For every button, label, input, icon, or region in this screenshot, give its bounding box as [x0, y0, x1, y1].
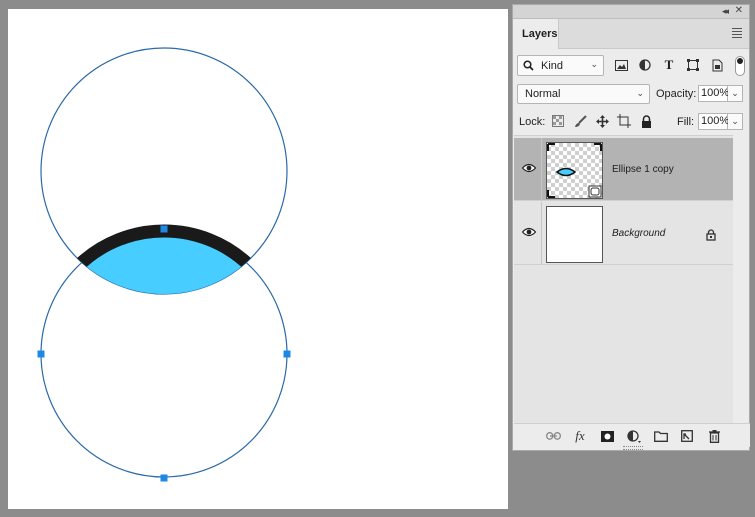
add-mask-icon[interactable]	[599, 429, 615, 443]
new-adjustment-layer-icon[interactable]	[626, 429, 642, 443]
tab-layers[interactable]: Layers	[513, 19, 559, 49]
layer-filter-row: Kind ⌄ T	[513, 53, 749, 77]
lock-transparent-pixels-icon[interactable]	[550, 113, 566, 129]
canvas-artwork[interactable]	[8, 9, 508, 509]
panel-title-bar[interactable]: ◂◂ ✕	[513, 5, 749, 19]
fill-dropdown-icon[interactable]: ⌄	[728, 113, 743, 130]
layer-thumbnail-background[interactable]	[546, 206, 603, 263]
shape-filter-icon[interactable]	[685, 57, 701, 73]
new-group-folder-icon[interactable]	[653, 429, 669, 443]
panel-tab-row: Layers	[513, 19, 749, 49]
collapse-icon[interactable]: ◂◂	[722, 6, 729, 17]
anchor-point-left[interactable]	[37, 350, 45, 358]
anchor-point-right[interactable]	[283, 350, 291, 358]
search-icon	[523, 60, 534, 71]
lock-row: Lock: Fill: 100% ⌄	[513, 111, 749, 135]
opacity-dropdown-icon[interactable]: ⌄	[728, 85, 743, 102]
layer-row-background[interactable]: Background	[514, 202, 733, 265]
lock-artboard-icon[interactable]	[616, 113, 632, 129]
layer-row-ellipse-1-copy[interactable]: Ellipse 1 copy	[514, 138, 733, 201]
opacity-label: Opacity:	[656, 88, 697, 100]
layer-divider	[541, 202, 542, 265]
visibility-eye-icon[interactable]	[522, 163, 536, 173]
lock-image-pixels-icon[interactable]	[572, 113, 588, 129]
filter-kind-select[interactable]: Kind ⌄	[517, 55, 604, 76]
new-layer-icon[interactable]	[679, 429, 695, 443]
fill-label: Fill:	[677, 116, 695, 128]
lock-label: Lock:	[519, 116, 546, 128]
lock-all-icon[interactable]	[638, 113, 654, 129]
layers-scrollbar[interactable]	[734, 135, 749, 423]
layers-list: Ellipse 1 copy Background	[514, 135, 733, 423]
layer-divider	[541, 138, 542, 201]
delete-layer-trash-icon[interactable]	[706, 429, 722, 443]
blend-mode-value: Normal	[525, 88, 561, 100]
anchor-point-top[interactable]	[160, 225, 168, 233]
layer-thumbnail-ellipse[interactable]	[546, 142, 603, 199]
close-icon[interactable]: ✕	[735, 5, 743, 16]
adjustment-filter-icon[interactable]	[637, 57, 653, 73]
panel-menu-icon[interactable]	[732, 28, 742, 38]
link-layers-icon[interactable]	[545, 429, 561, 443]
opacity-input[interactable]: 100%	[698, 85, 729, 102]
layer-lock-icon[interactable]	[706, 229, 716, 241]
blend-row: Normal ⌄ Opacity: 100% ⌄	[513, 83, 749, 107]
smart-object-filter-icon[interactable]	[709, 57, 725, 73]
layer-style-fx-icon[interactable]: fx	[572, 428, 588, 443]
fill-input[interactable]: 100%	[698, 113, 729, 130]
filter-kind-label: Kind	[541, 60, 564, 72]
layers-panel: ◂◂ ✕ Layers Kind ⌄ T Normal ⌄ Opacity: 1…	[512, 4, 750, 451]
panel-resize-grip[interactable]	[623, 446, 643, 450]
document-canvas[interactable]	[8, 9, 508, 509]
chevron-down-icon: ⌄	[590, 59, 598, 69]
layers-bottom-toolbar: fx	[514, 423, 750, 447]
lock-position-icon[interactable]	[594, 113, 610, 129]
anchor-point-bottom[interactable]	[160, 474, 168, 482]
shape-thumbnail-icon	[547, 143, 602, 198]
layer-name-background[interactable]: Background	[612, 228, 665, 239]
blend-mode-select[interactable]: Normal ⌄	[517, 84, 650, 104]
pixel-filter-icon[interactable]	[613, 57, 629, 73]
chevron-down-icon: ⌄	[636, 88, 644, 98]
layer-name-ellipse[interactable]: Ellipse 1 copy	[612, 164, 674, 175]
visibility-eye-icon[interactable]	[522, 227, 536, 237]
intersection-shape[interactable]	[41, 224, 287, 477]
type-filter-icon[interactable]: T	[661, 57, 677, 73]
filter-toggle-switch[interactable]	[735, 56, 745, 76]
